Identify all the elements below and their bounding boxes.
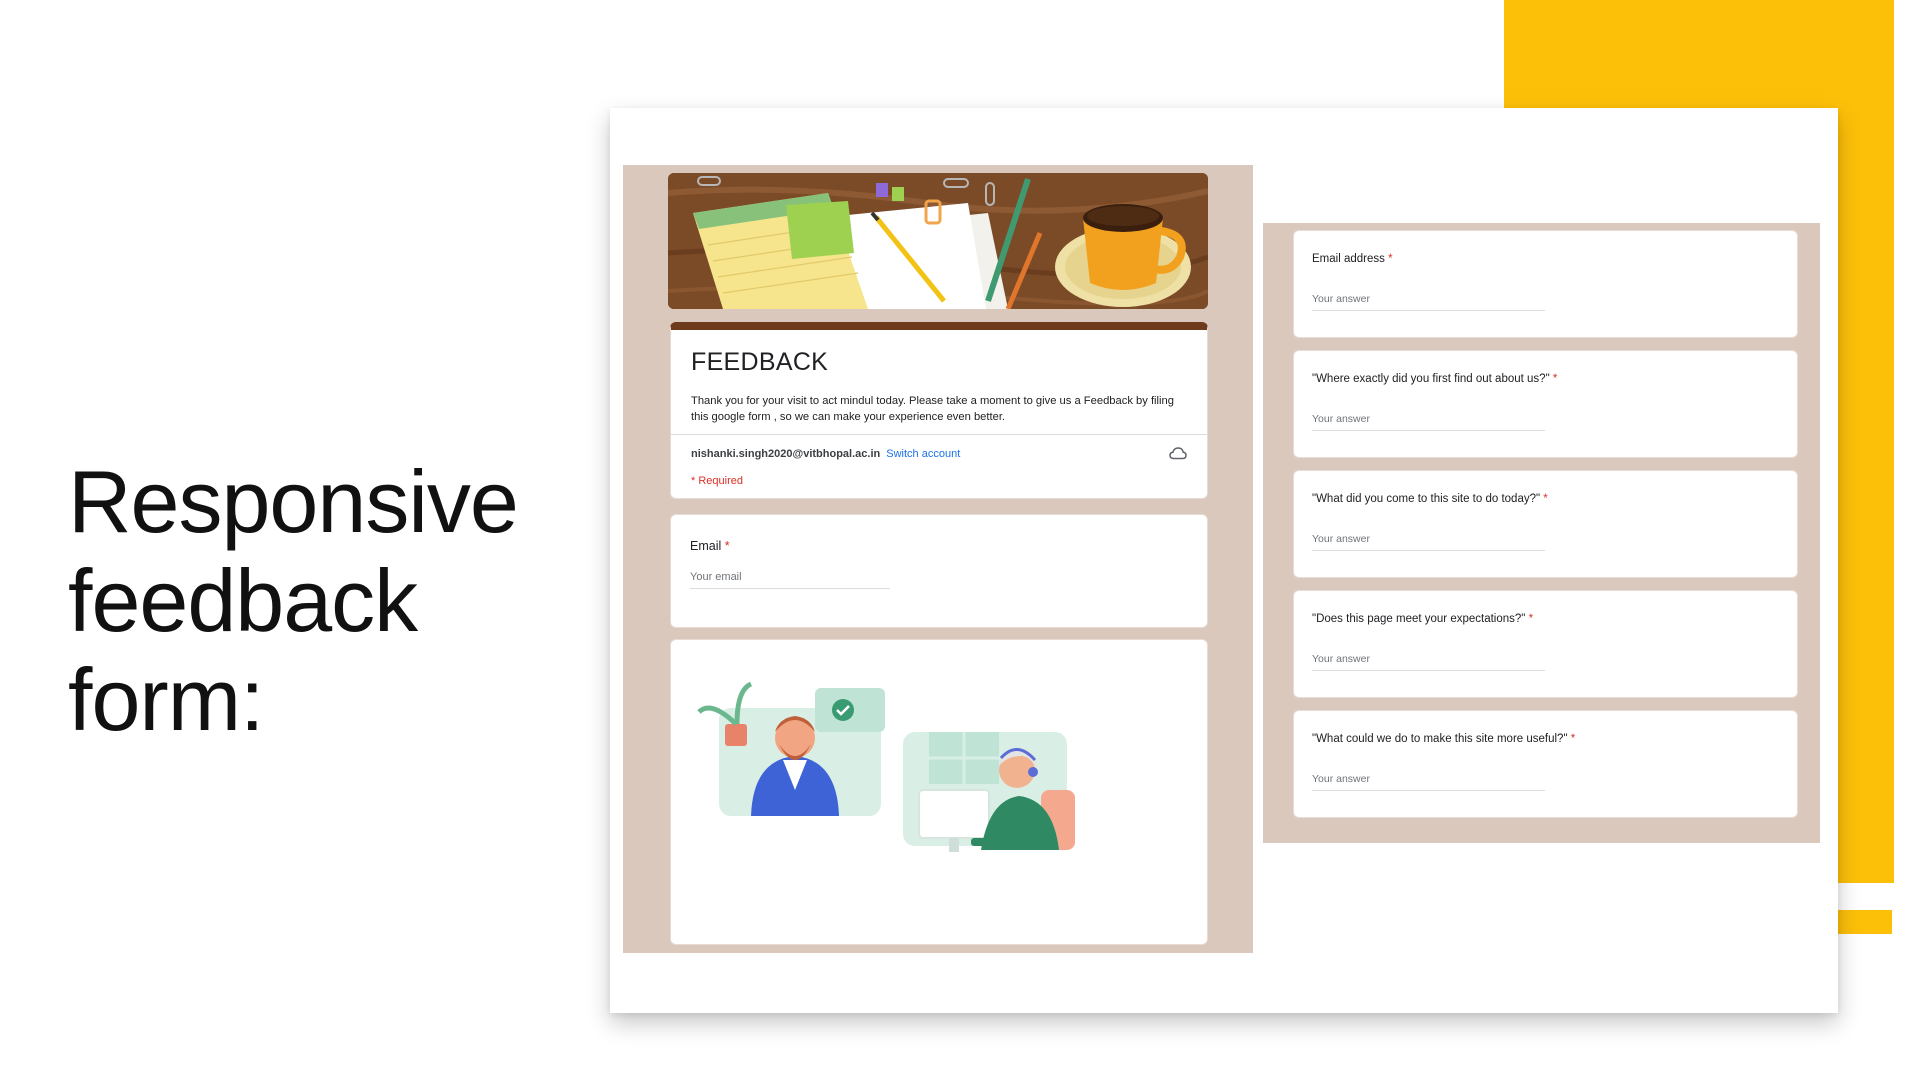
question-label: "Where exactly did you first find out ab… [1312, 373, 1557, 385]
cloud-icon [1169, 447, 1187, 460]
question-label: "Does this page meet your expectations?"… [1312, 613, 1533, 625]
account-row: nishanki.singh2020@vitbhopal.ac.in Switc… [691, 448, 960, 460]
accent-strip [1834, 910, 1892, 934]
question-text: "Does this page meet your expectations?" [1312, 613, 1526, 625]
form-screenshot-right: Email address * "Where exactly did you f… [1263, 223, 1820, 843]
question-card: Email address * [1293, 230, 1798, 338]
question-text: Email [690, 539, 722, 553]
required-asterisk: * [1570, 733, 1576, 745]
required-asterisk: * [724, 539, 730, 553]
desk-illustration [668, 173, 1208, 309]
form-title: FEEDBACK [691, 348, 829, 376]
question-text: Email address [1312, 253, 1385, 265]
question-card: "Does this page meet your expectations?"… [1293, 590, 1798, 698]
question-text: "What could we do to make this site more… [1312, 733, 1568, 745]
question-label: "What could we do to make this site more… [1312, 733, 1575, 745]
slide-title: Responsive feedback form: [68, 452, 519, 749]
illustration-card [670, 639, 1208, 945]
answer-field[interactable] [1312, 653, 1545, 671]
account-email: nishanki.singh2020@vitbhopal.ac.in [691, 448, 881, 460]
question-text: "What did you come to this site to do to… [1312, 493, 1541, 505]
question-label: "What did you come to this site to do to… [1312, 493, 1548, 505]
question-card: "What could we do to make this site more… [1293, 710, 1798, 818]
form-screenshot-left: FEEDBACK Thank you for your visit to act… [623, 165, 1253, 953]
email-field[interactable] [690, 571, 890, 589]
question-card: "Where exactly did you first find out ab… [1293, 350, 1798, 458]
required-asterisk: * [1552, 373, 1558, 385]
answer-field[interactable] [1312, 773, 1545, 791]
required-asterisk: * [1528, 613, 1534, 625]
support-illustration [697, 681, 1075, 852]
required-asterisk: * [1543, 493, 1548, 505]
question-text: "Where exactly did you first find out ab… [1312, 373, 1550, 385]
required-note: * Required [691, 475, 743, 487]
question-label: Email * [690, 539, 730, 553]
required-asterisk: * [1388, 253, 1393, 265]
question-label: Email address * [1312, 253, 1393, 265]
form-header-card: FEEDBACK Thank you for your visit to act… [670, 322, 1208, 499]
divider [671, 434, 1207, 435]
answer-field[interactable] [1312, 293, 1545, 311]
answer-field[interactable] [1312, 413, 1545, 431]
switch-account-link[interactable]: Switch account [886, 448, 960, 460]
header-banner-image [668, 173, 1208, 309]
email-question-card: Email * [670, 514, 1208, 628]
answer-field[interactable] [1312, 533, 1545, 551]
form-description: Thank you for your visit to act mindul t… [691, 395, 1174, 423]
question-card: "What did you come to this site to do to… [1293, 470, 1798, 578]
